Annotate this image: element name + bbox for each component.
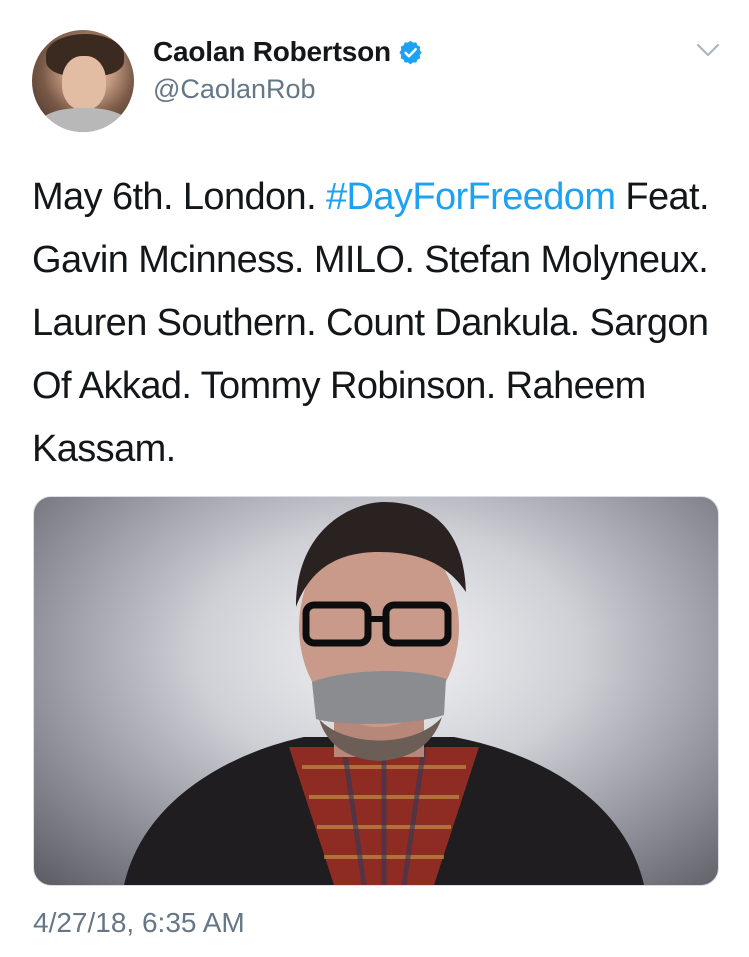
- author-name-row: Caolan Robertson: [153, 36, 424, 68]
- author-display-name[interactable]: Caolan Robertson: [153, 36, 391, 68]
- avatar[interactable]: [32, 30, 134, 132]
- tweet-text: May 6th. London. #DayForFreedom Feat. Ga…: [32, 166, 732, 481]
- avatar-shirt: [38, 108, 130, 132]
- chevron-down-icon[interactable]: [694, 40, 722, 60]
- tweet-text-part: Feat. Gavin Mcinness. MILO. Stefan Molyn…: [32, 176, 710, 470]
- media-photo: [124, 502, 644, 885]
- avatar-face: [62, 56, 106, 110]
- tweet-text-part: May 6th. London.: [32, 176, 327, 218]
- author-handle[interactable]: @CaolanRob: [153, 74, 316, 105]
- tweet-media-image[interactable]: [33, 496, 719, 886]
- verified-badge-icon: [397, 39, 424, 66]
- tweet-timestamp[interactable]: 4/27/18, 6:35 AM: [33, 907, 245, 939]
- hashtag-link[interactable]: #DayForFreedom: [326, 176, 616, 218]
